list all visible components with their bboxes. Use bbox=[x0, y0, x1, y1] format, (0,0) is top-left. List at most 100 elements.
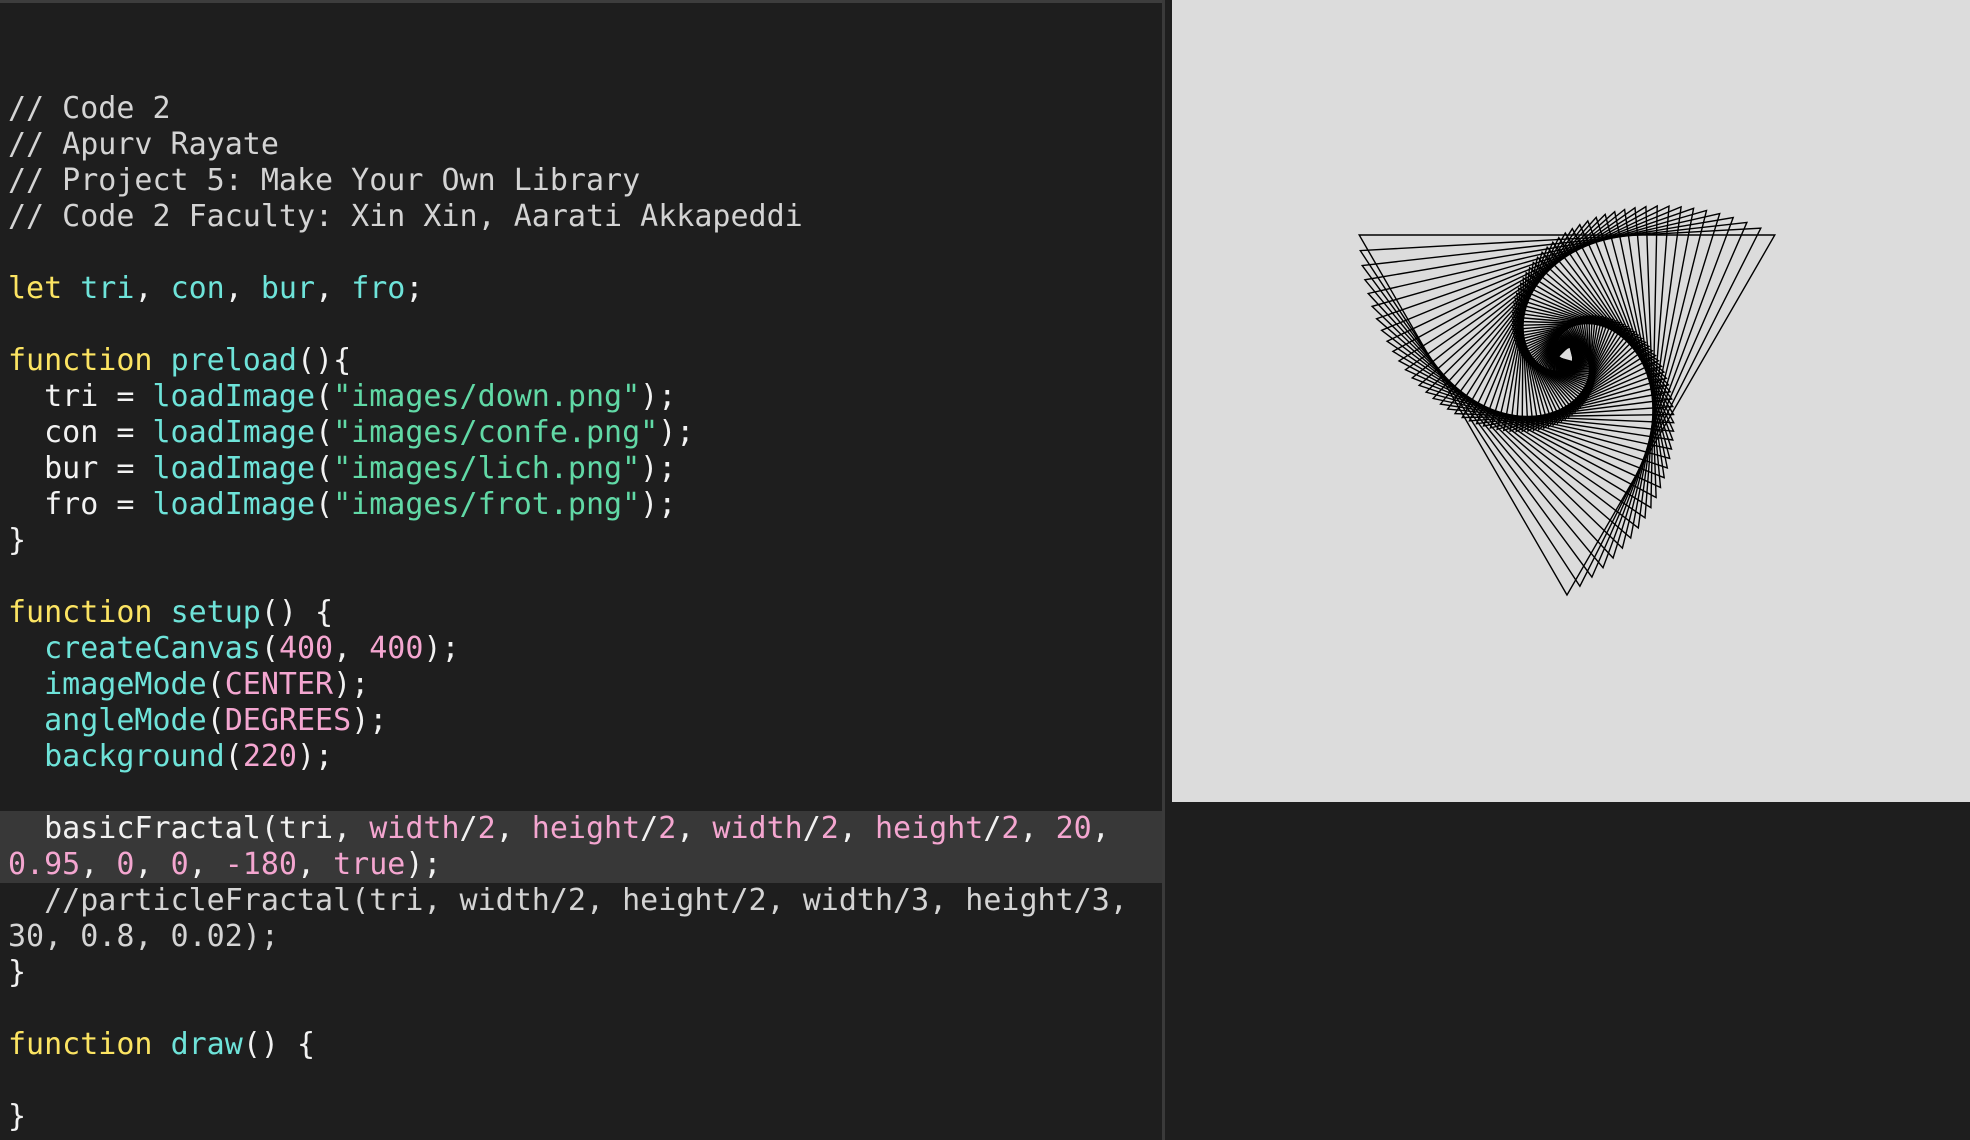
code-line[interactable]: function preload(){ bbox=[0, 343, 1162, 379]
code-token: / bbox=[459, 811, 478, 846]
code-token: tri = bbox=[8, 379, 153, 414]
code-token: } bbox=[8, 1099, 27, 1134]
code-line[interactable]: fro = loadImage("images/frot.png"); bbox=[0, 487, 1162, 523]
code-token: ( bbox=[315, 415, 334, 450]
code-token: function bbox=[8, 1027, 153, 1062]
code-token: ); bbox=[640, 379, 677, 414]
code-token: ); bbox=[640, 487, 677, 522]
code-token: ); bbox=[423, 631, 460, 666]
spiral-triangle-fractal-icon bbox=[1357, 204, 1777, 597]
code-line[interactable]: createCanvas(400, 400); bbox=[0, 631, 1162, 667]
code-token: loadImage bbox=[152, 415, 316, 450]
code-area[interactable]: // Code 2// Apurv Rayate// Project 5: Ma… bbox=[0, 55, 1162, 1135]
code-token: } bbox=[8, 523, 27, 558]
code-token: ); bbox=[297, 739, 334, 774]
code-token: 2 bbox=[477, 811, 496, 846]
code-token: background bbox=[44, 739, 225, 774]
code-line[interactable]: } bbox=[0, 1099, 1162, 1135]
code-line[interactable]: angleMode(DEGREES); bbox=[0, 703, 1162, 739]
code-token: "images/down.png" bbox=[333, 379, 641, 414]
code-token: ); bbox=[351, 703, 388, 738]
code-token: con = bbox=[8, 415, 153, 450]
code-token: -180 bbox=[224, 847, 297, 882]
code-token: , bbox=[333, 631, 370, 666]
code-token: loadImage bbox=[152, 379, 316, 414]
code-line[interactable] bbox=[0, 55, 1162, 91]
code-token: loadImage bbox=[152, 451, 316, 486]
sketch-preview-canvas[interactable] bbox=[1172, 0, 1970, 802]
code-line[interactable]: // Code 2 bbox=[0, 91, 1162, 127]
code-token: width bbox=[369, 811, 460, 846]
code-line[interactable]: // Project 5: Make Your Own Library bbox=[0, 163, 1162, 199]
code-token: draw bbox=[170, 1027, 243, 1062]
code-line[interactable]: 0.95, 0, 0, -180, true); bbox=[0, 847, 1162, 883]
code-token: / bbox=[983, 811, 1002, 846]
code-line[interactable]: con = loadImage("images/confe.png"); bbox=[0, 415, 1162, 451]
code-token: , bbox=[1019, 811, 1056, 846]
code-token: // Project 5: Make Your Own Library bbox=[8, 163, 641, 198]
code-line[interactable]: function setup() { bbox=[0, 595, 1162, 631]
code-line[interactable] bbox=[0, 1063, 1162, 1099]
code-token: ( bbox=[315, 451, 334, 486]
code-line[interactable]: basicFractal(tri, width/2, height/2, wid… bbox=[0, 811, 1162, 847]
code-token: , bbox=[297, 847, 334, 882]
code-token: DEGREES bbox=[224, 703, 352, 738]
code-line[interactable] bbox=[0, 235, 1162, 271]
code-token: bur = bbox=[8, 451, 153, 486]
code-line[interactable]: } bbox=[0, 955, 1162, 991]
code-line[interactable] bbox=[0, 775, 1162, 811]
code-line[interactable]: //particleFractal(tri, width/2, height/2… bbox=[0, 883, 1162, 919]
code-token: ); bbox=[405, 847, 442, 882]
code-line[interactable]: // Code 2 Faculty: Xin Xin, Aarati Akkap… bbox=[0, 199, 1162, 235]
code-token: function bbox=[8, 343, 153, 378]
code-line[interactable] bbox=[0, 991, 1162, 1027]
code-line[interactable] bbox=[0, 307, 1162, 343]
code-line[interactable]: tri = loadImage("images/down.png"); bbox=[0, 379, 1162, 415]
code-token: , bbox=[224, 271, 261, 306]
code-token: , bbox=[188, 847, 225, 882]
code-token: angleMode bbox=[44, 703, 207, 738]
code-line[interactable]: 30, 0.8, 0.02); bbox=[0, 919, 1162, 955]
code-token: , bbox=[134, 847, 171, 882]
code-token: fro bbox=[351, 271, 406, 306]
code-token: preload bbox=[170, 343, 297, 378]
code-token: 20 bbox=[1055, 811, 1092, 846]
code-token: 0 bbox=[116, 847, 135, 882]
code-token: con bbox=[170, 271, 225, 306]
code-token: ( bbox=[315, 379, 334, 414]
code-token: loadImage bbox=[152, 487, 316, 522]
code-token: , bbox=[495, 811, 532, 846]
code-line[interactable]: imageMode(CENTER); bbox=[0, 667, 1162, 703]
code-line[interactable]: background(220); bbox=[0, 739, 1162, 775]
code-editor[interactable]: // Code 2// Apurv Rayate// Project 5: Ma… bbox=[0, 0, 1162, 1140]
code-token: ( bbox=[260, 631, 279, 666]
code-line[interactable]: function draw() { bbox=[0, 1027, 1162, 1063]
code-token: 2 bbox=[658, 811, 677, 846]
code-token: 0 bbox=[170, 847, 189, 882]
code-line[interactable]: bur = loadImage("images/lich.png"); bbox=[0, 451, 1162, 487]
code-line[interactable]: } bbox=[0, 523, 1162, 559]
code-token: ( bbox=[206, 703, 225, 738]
code-token: 30, 0.8, 0.02); bbox=[8, 919, 279, 954]
pane-divider[interactable] bbox=[1162, 0, 1165, 1140]
code-token: 220 bbox=[242, 739, 297, 774]
code-line[interactable]: // Apurv Rayate bbox=[0, 127, 1162, 163]
code-token: ; bbox=[405, 271, 424, 306]
code-token: let bbox=[8, 271, 63, 306]
code-token: () { bbox=[242, 1027, 316, 1062]
code-token: "images/confe.png" bbox=[333, 415, 659, 450]
code-line[interactable]: let tri, con, bur, fro; bbox=[0, 271, 1162, 307]
code-line[interactable] bbox=[0, 559, 1162, 595]
code-token: height bbox=[874, 811, 984, 846]
code-token: (){ bbox=[297, 343, 352, 378]
code-token: true bbox=[333, 847, 406, 882]
code-token: , bbox=[676, 811, 713, 846]
code-token: 400 bbox=[369, 631, 424, 666]
